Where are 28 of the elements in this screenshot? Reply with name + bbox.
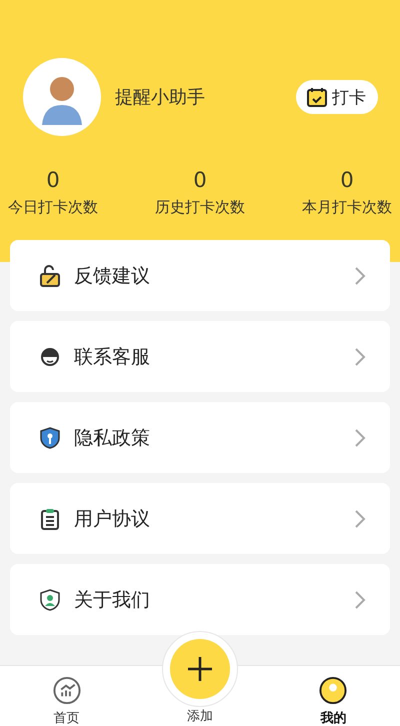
- menu-item[interactable]: 联系客服: [10, 321, 390, 392]
- plus-icon: [186, 656, 213, 682]
- chevron-right-icon: [354, 508, 366, 528]
- tab-item[interactable]: 我的: [266, 666, 400, 726]
- stat-value: 0: [46, 168, 60, 192]
- stat-value: 0: [340, 168, 354, 192]
- stat-label: 本月打卡次数: [302, 198, 392, 217]
- chevron-right-icon: [354, 428, 366, 448]
- lock-pencil-icon: [38, 264, 62, 288]
- checkin-button[interactable]: 打卡: [296, 80, 378, 114]
- calendar-check-icon: [306, 86, 328, 108]
- chevron-right-icon: [354, 346, 366, 366]
- menu-item[interactable]: 用户协议: [10, 483, 390, 554]
- menu-item[interactable]: 关于我们: [10, 564, 390, 635]
- chevron-right-icon: [354, 266, 366, 286]
- stat-label: 历史打卡次数: [155, 198, 245, 217]
- chart-icon: [52, 676, 82, 705]
- menu-item[interactable]: 隐私政策: [10, 402, 390, 473]
- menu-item[interactable]: 反馈建议: [10, 240, 390, 311]
- clipboard-list-icon: [38, 506, 62, 530]
- tab-item[interactable]: 首页: [0, 666, 134, 726]
- stat-label: 今日打卡次数: [8, 198, 98, 217]
- shield-user-icon: [38, 588, 62, 612]
- person-icon: [318, 676, 348, 705]
- user-name: 提醒小助手: [115, 86, 206, 109]
- stat-value: 0: [193, 168, 207, 192]
- shield-key-icon: [38, 426, 62, 450]
- chevron-right-icon: [354, 590, 366, 610]
